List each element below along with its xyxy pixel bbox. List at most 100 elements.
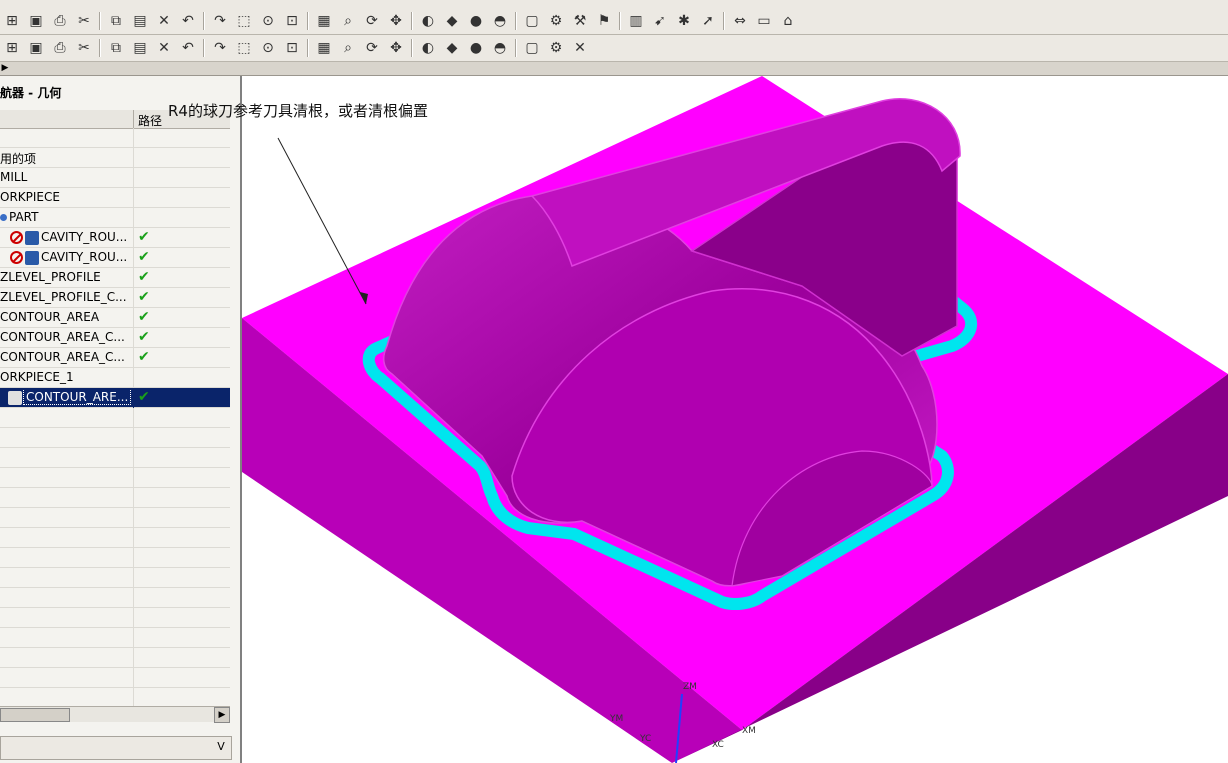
- navigator-row[interactable]: [0, 508, 230, 528]
- horizontal-scrollbar[interactable]: ▶: [0, 706, 230, 723]
- navigator-resize-band[interactable]: ▶: [0, 62, 1228, 76]
- frame-icon[interactable]: ▦: [314, 11, 334, 31]
- pan-icon[interactable]: ✥: [386, 11, 406, 31]
- navigator-row[interactable]: ZLEVEL_PROFILE_C... ✔: [0, 288, 230, 308]
- op2-icon[interactable]: ▣: [26, 38, 46, 58]
- delete-icon[interactable]: ✕: [154, 11, 174, 31]
- column-divider: [133, 348, 134, 368]
- zoom-icon[interactable]: ⌕: [338, 11, 358, 31]
- op5-icon[interactable]: ⧉: [106, 38, 126, 58]
- op7-icon[interactable]: ✕: [154, 38, 174, 58]
- navigator-row[interactable]: [0, 528, 230, 548]
- close-icon[interactable]: ✕: [570, 38, 590, 58]
- tool-icon[interactable]: ⚙: [546, 11, 566, 31]
- dim-icon[interactable]: ⇔: [730, 11, 750, 31]
- op17-icon[interactable]: ◐: [418, 38, 438, 58]
- navigator-row[interactable]: [0, 548, 230, 568]
- measure-icon[interactable]: ⌂: [778, 11, 798, 31]
- op12-icon[interactable]: ⊡: [282, 38, 302, 58]
- axis-label-ym: YM: [610, 714, 624, 724]
- column-divider: [133, 568, 134, 588]
- navigator-row[interactable]: CONTOUR_AREA_C... ✔: [0, 348, 230, 368]
- copy-icon[interactable]: ⧉: [106, 11, 126, 31]
- chevron-down-icon[interactable]: V: [213, 739, 229, 755]
- op22-icon[interactable]: ⚙: [546, 38, 566, 58]
- sphere-icon[interactable]: ●: [466, 11, 486, 31]
- op4-icon[interactable]: ✂: [74, 38, 94, 58]
- column-separator[interactable]: [133, 110, 134, 128]
- navigator-row[interactable]: [0, 408, 230, 428]
- navigator-row[interactable]: [0, 608, 230, 628]
- op13-icon[interactable]: ▦: [314, 38, 334, 58]
- navigator-row[interactable]: 用的项: [0, 148, 230, 168]
- navigator-row[interactable]: [0, 448, 230, 468]
- navigator-row[interactable]: ORKPIECE: [0, 188, 230, 208]
- chart-icon[interactable]: ▥: [626, 11, 646, 31]
- hat-icon[interactable]: ◓: [490, 11, 510, 31]
- navigator-row[interactable]: CAVITY_ROU... ✔: [0, 248, 230, 268]
- tool2-icon[interactable]: ⚒: [570, 11, 590, 31]
- navigator-row[interactable]: [0, 128, 230, 148]
- cut-icon[interactable]: ✂: [74, 11, 94, 31]
- scrollbar-thumb[interactable]: [0, 708, 70, 722]
- navigator-row[interactable]: PART: [0, 208, 230, 228]
- navigator-row[interactable]: [0, 648, 230, 668]
- navigator-row[interactable]: CAVITY_ROU... ✔: [0, 228, 230, 248]
- op19-icon[interactable]: ●: [466, 38, 486, 58]
- view-icon[interactable]: ⊙: [258, 11, 278, 31]
- rotate-icon[interactable]: ⟳: [362, 11, 382, 31]
- navigator-row[interactable]: CONTOUR_AREA_C... ✔: [0, 328, 230, 348]
- select-icon[interactable]: ⬚: [234, 11, 254, 31]
- expand-arrow-icon[interactable]: ▶: [0, 62, 10, 74]
- save-icon[interactable]: ▣: [26, 11, 46, 31]
- standard-toolbar: ⊞ ▣ ⎙ ✂ ⧉ ▤ ✕ ↶ ↷ ⬚ ⊙ ⊡ ▦ ⌕ ⟳ ✥ ◐ ◆ ● ◓ ▢ ⚙ ⚒ ⚑ ▥ ➹ ✱ ➚ ⇔ ▭ ⌂: [0, 8, 1228, 35]
- column-path-header[interactable]: 路径: [138, 112, 162, 129]
- arrow-icon[interactable]: ➚: [698, 11, 718, 31]
- navigator-row[interactable]: ORKPIECE_1: [0, 368, 230, 388]
- open-icon[interactable]: ⊞: [2, 11, 22, 31]
- op1-icon[interactable]: ⊞: [2, 38, 22, 58]
- undo-icon[interactable]: ↶: [178, 11, 198, 31]
- check-icon: ✔: [138, 389, 150, 405]
- cube-icon[interactable]: ◆: [442, 11, 462, 31]
- navigator-row[interactable]: [0, 428, 230, 448]
- toolbar-separator: [203, 39, 205, 57]
- operation-icon: [8, 390, 22, 405]
- op18-icon[interactable]: ◆: [442, 38, 462, 58]
- navigator-row[interactable]: MILL: [0, 168, 230, 188]
- navigator-row[interactable]: CONTOUR_AREA ✔: [0, 308, 230, 328]
- op6-icon[interactable]: ▤: [130, 38, 150, 58]
- op3-icon[interactable]: ⎙: [50, 38, 70, 58]
- redo-icon[interactable]: ↷: [210, 11, 230, 31]
- navigator-row[interactable]: [0, 488, 230, 508]
- paste-icon[interactable]: ▤: [130, 11, 150, 31]
- op14-icon[interactable]: ⌕: [338, 38, 358, 58]
- tool3-icon[interactable]: ⚑: [594, 11, 614, 31]
- navigator-row[interactable]: [0, 588, 230, 608]
- op15-icon[interactable]: ⟳: [362, 38, 382, 58]
- box-icon[interactable]: ▢: [522, 11, 542, 31]
- pointer-icon[interactable]: ➹: [650, 11, 670, 31]
- magic-icon[interactable]: ✱: [674, 11, 694, 31]
- print-icon[interactable]: ⎙: [50, 11, 70, 31]
- scroll-right-icon[interactable]: ▶: [214, 707, 230, 723]
- ruler-icon[interactable]: ▭: [754, 11, 774, 31]
- navigator-row[interactable]: [0, 668, 230, 688]
- op9-icon[interactable]: ↷: [210, 38, 230, 58]
- op10-icon[interactable]: ⬚: [234, 38, 254, 58]
- navigator-row[interactable]: [0, 628, 230, 648]
- shade-icon[interactable]: ◐: [418, 11, 438, 31]
- op16-icon[interactable]: ✥: [386, 38, 406, 58]
- navigator-row[interactable]: [0, 468, 230, 488]
- navigator-row[interactable]: [0, 688, 230, 708]
- fit-icon[interactable]: ⊡: [282, 11, 302, 31]
- op8-icon[interactable]: ↶: [178, 38, 198, 58]
- navigator-bottom-dropdown[interactable]: V: [0, 736, 232, 760]
- op20-icon[interactable]: ◓: [490, 38, 510, 58]
- navigator-row[interactable]: ZLEVEL_PROFILE ✔: [0, 268, 230, 288]
- op11-icon[interactable]: ⊙: [258, 38, 278, 58]
- navigator-row[interactable]: [0, 568, 230, 588]
- op21-icon[interactable]: ▢: [522, 38, 542, 58]
- navigator-row[interactable]: CONTOUR_ARE... ✔: [0, 388, 230, 408]
- graphics-viewport[interactable]: ZM YM YC XM XC: [242, 76, 1228, 763]
